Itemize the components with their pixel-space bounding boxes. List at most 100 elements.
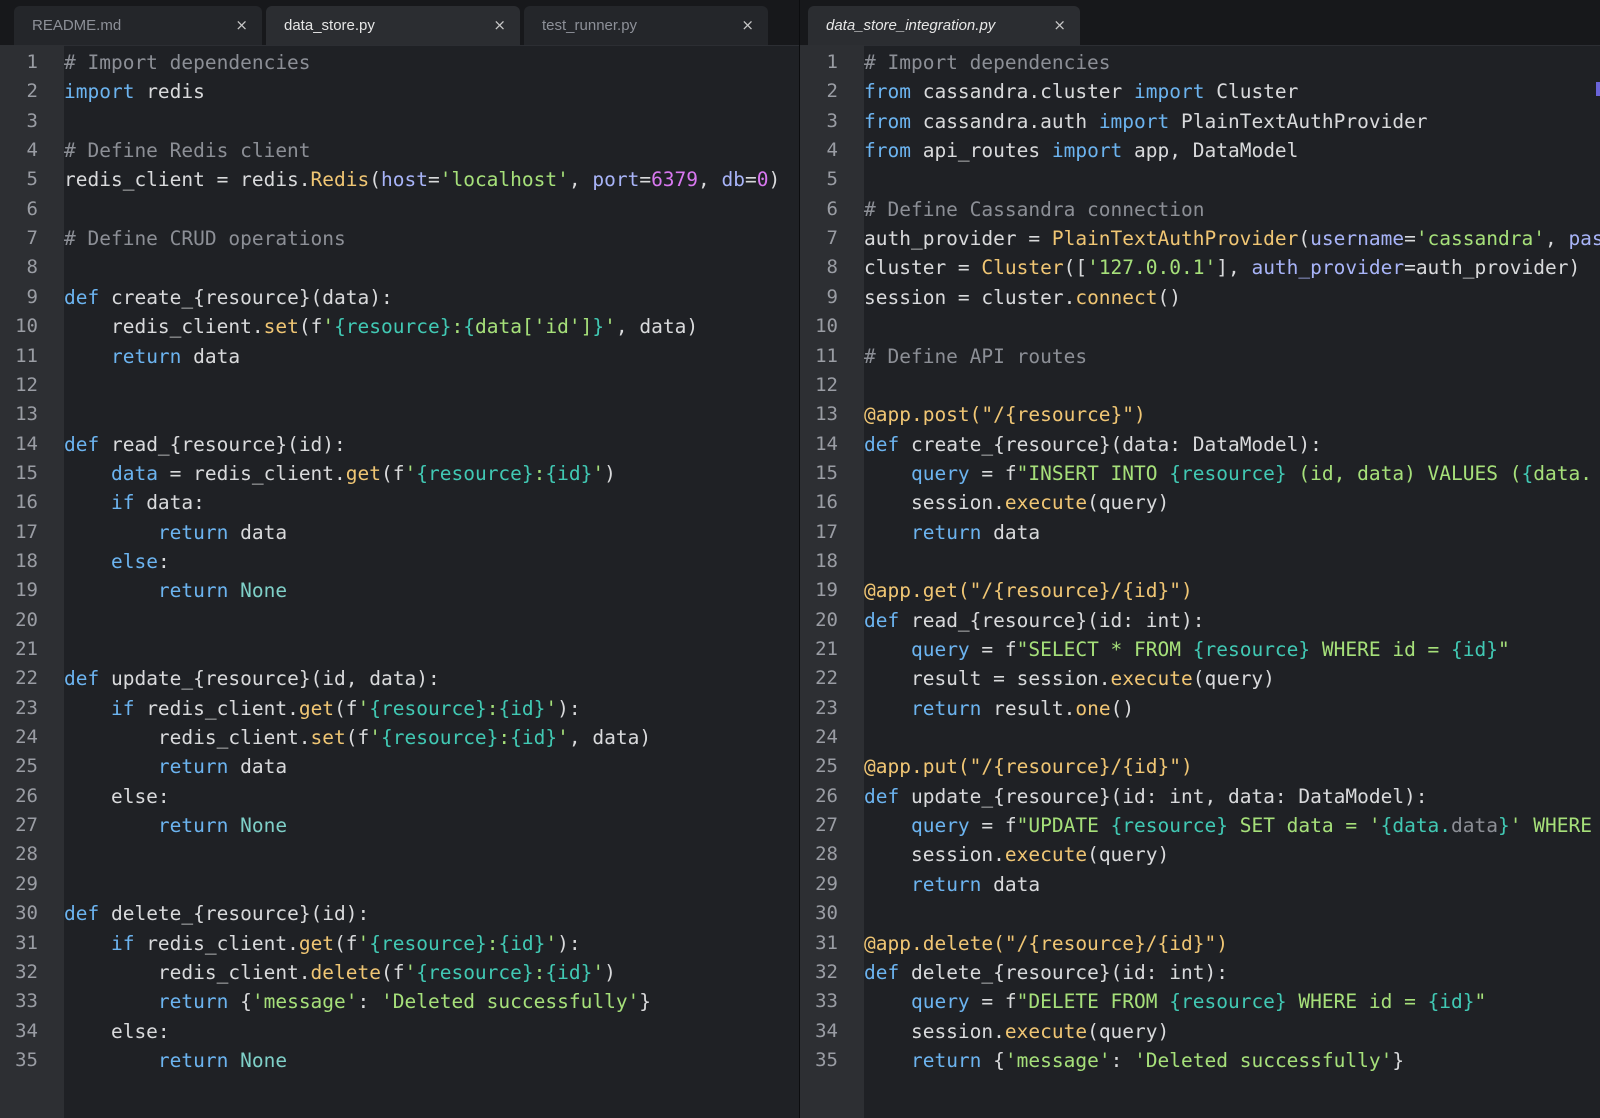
token-keyword: def — [64, 285, 100, 309]
token-builtin: None — [240, 579, 288, 603]
token-function-name: delete — [310, 960, 381, 984]
code-text: redis_client.set(f'{resource}:{data['id'… — [64, 312, 698, 341]
token-string: ' — [357, 931, 370, 955]
line-number: 15 — [815, 461, 838, 484]
line-number: 34 — [815, 1019, 838, 1042]
editor-pane-right: data_store_integration.py × 1 # Import de… — [800, 0, 1600, 1118]
token-string: "INSERT INTO — [1016, 461, 1170, 485]
token-keyword: query — [910, 990, 970, 1014]
code-text: def update_{resource}(id: int, data: Dat… — [864, 782, 1428, 811]
token-code-text: (f — [345, 726, 370, 750]
token-string: ' — [592, 461, 605, 485]
token-keyword: def — [864, 608, 900, 632]
token-interpolation: } — [1498, 814, 1510, 838]
token-keyword: import — [64, 80, 135, 104]
line-number: 27 — [15, 814, 38, 837]
code-text: redis_client = redis.Redis(host='localho… — [64, 165, 780, 194]
token-argument: db — [721, 168, 745, 192]
token-keyword: return — [910, 520, 982, 544]
token-code-text — [864, 1049, 911, 1072]
code-text: def read_{resource}(id): — [64, 430, 346, 459]
token-keyword: def — [864, 784, 900, 808]
code-area-left[interactable]: 1 # Import dependencies 2 import redis 3 4 # D… — [0, 45, 799, 1118]
tab-data-store[interactable]: data_store.py × — [266, 6, 520, 45]
code-text: if redis_client.get(f'{resource}:{id}'): — [64, 694, 581, 723]
token-code-text: data — [981, 872, 1041, 896]
tab-bar-left: README.md × data_store.py × test_runner.… — [0, 0, 799, 46]
token-string: SET data = ' — [1227, 814, 1381, 838]
close-icon[interactable]: × — [493, 18, 506, 33]
token-interpolation: {id} — [1451, 638, 1499, 661]
token-code-text — [64, 697, 111, 720]
token-code-text: data: — [134, 491, 205, 515]
token-keyword: return — [157, 814, 229, 838]
token-code-text: ( — [369, 168, 381, 192]
token-keyword: from — [864, 109, 911, 133]
code-text: from cassandra.auth import PlainTextAuth… — [864, 107, 1428, 136]
line-number: 8 — [826, 256, 838, 279]
token-keyword: query — [910, 814, 970, 838]
code-text: import redis — [64, 77, 205, 106]
token-argument: auth_provider — [1251, 256, 1405, 280]
token-code-text — [864, 873, 911, 896]
line-number: 23 — [15, 696, 38, 719]
token-code-text: cluster = — [864, 256, 982, 280]
code-text: return {'message': 'Deleted successfully… — [864, 1046, 1404, 1075]
scrollbar-marker[interactable] — [1596, 82, 1600, 96]
token-code-text: session. — [864, 491, 1005, 515]
line-number: 35 — [815, 1048, 838, 1071]
token-code-text: , — [568, 168, 593, 192]
token-code-text: : — [157, 549, 170, 573]
close-icon[interactable]: × — [1053, 18, 1066, 33]
token-interpolation: {id} — [545, 461, 593, 485]
close-icon[interactable]: × — [235, 18, 248, 33]
code-area-right[interactable]: 1 # Import dependencies 2 from cassandra.cl… — [800, 45, 1600, 1118]
token-code-text: data — [228, 755, 288, 779]
token-code-text: data — [181, 344, 241, 368]
line-number: 5 — [26, 168, 38, 191]
close-icon[interactable]: × — [741, 18, 754, 33]
line-number: 2 — [826, 80, 838, 103]
token-interpolation: {id} — [1427, 990, 1475, 1014]
token-string: : — [498, 726, 511, 750]
token-argument: port — [592, 168, 640, 192]
code-text: # Define API routes — [864, 342, 1087, 371]
line-number: 34 — [15, 1019, 38, 1042]
line-number: 14 — [15, 432, 38, 455]
token-function-name: one — [1075, 696, 1111, 720]
tab-readme[interactable]: README.md × — [14, 6, 262, 45]
line-number: 22 — [15, 667, 38, 690]
tab-test-runner[interactable]: test_runner.py × — [524, 6, 768, 45]
tab-data-store-integration[interactable]: data_store_integration.py × — [808, 6, 1080, 45]
line-number: 12 — [815, 373, 838, 396]
token-code-text: , — [1544, 227, 1569, 251]
token-code-text: = — [1404, 227, 1416, 251]
token-code-text: ) — [604, 461, 616, 485]
line-number: 7 — [26, 227, 38, 250]
tab-bar-right: data_store_integration.py × — [800, 0, 1600, 46]
token-function-name: set — [310, 726, 346, 750]
line-number: 21 — [815, 638, 838, 660]
line-number: 5 — [826, 168, 838, 191]
line-number: 18 — [15, 549, 38, 572]
code-text: else: — [64, 547, 170, 576]
token-code-text: : — [1110, 1048, 1135, 1072]
token-code-text: auth_provider = — [864, 227, 1052, 251]
token-code-text — [64, 755, 158, 778]
token-string: : — [533, 461, 546, 485]
token-code-text: delete_{resource}(id: int): — [899, 960, 1228, 984]
token-interpolation: {resource} — [369, 696, 487, 720]
token-keyword: else — [110, 549, 158, 573]
code-text: return data — [64, 342, 240, 371]
line-number: 26 — [815, 784, 838, 807]
code-text: query = f"DELETE FROM {resource} WHERE i… — [864, 987, 1486, 1016]
token-interpolation: {id} — [498, 696, 546, 720]
token-code-text: data — [228, 520, 288, 544]
line-number: 2 — [26, 80, 38, 103]
token-code-text: = f — [969, 461, 1017, 485]
token-code-text: (query) — [1087, 1019, 1170, 1043]
token-class-name: PlainTextAuthProvider — [1051, 227, 1299, 251]
line-number: 33 — [15, 990, 38, 1013]
line-number: 6 — [26, 197, 38, 220]
token-interpolation: {resource} — [1169, 990, 1287, 1014]
